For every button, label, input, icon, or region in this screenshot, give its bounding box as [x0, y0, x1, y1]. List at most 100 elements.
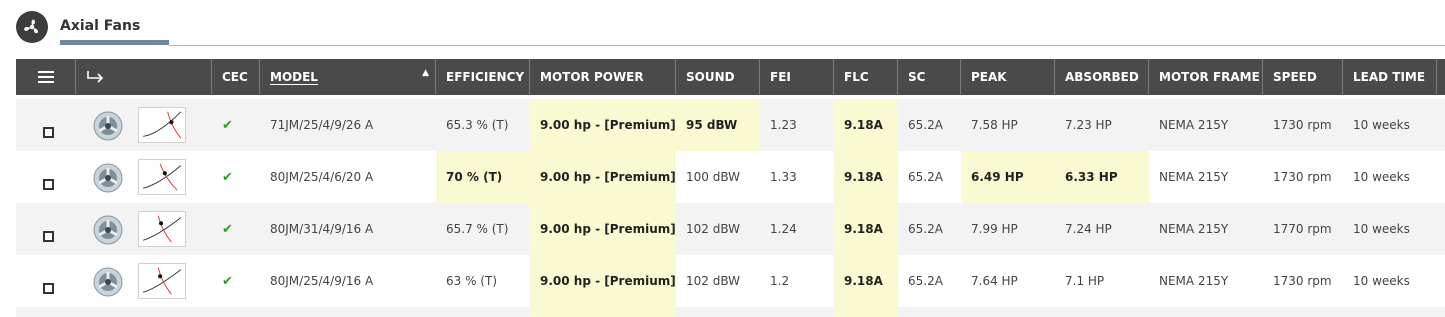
- absorbed-cell: 7.23 HP: [1065, 118, 1112, 132]
- fei-cell: 1.33: [770, 170, 797, 184]
- model-cell[interactable]: 80JM/31/4/9/16 A: [260, 203, 436, 255]
- performance-curve-icon[interactable]: [138, 159, 186, 195]
- fan-image-icon[interactable]: [92, 214, 124, 246]
- row-checkbox[interactable]: [43, 178, 54, 190]
- column-header-overflow: [1437, 59, 1445, 95]
- fan-image-icon[interactable]: [92, 162, 124, 194]
- motor-frame-cell: NEMA 215Y: [1159, 222, 1229, 236]
- cec-check-icon: ✔: [222, 117, 233, 133]
- row-thumbnails: [76, 203, 212, 255]
- row-checkbox[interactable]: [43, 230, 54, 242]
- lead-time-cell: 10 weeks: [1353, 274, 1410, 288]
- row-checkbox[interactable]: [43, 282, 54, 294]
- column-header-peak[interactable]: PEAK: [961, 59, 1055, 95]
- sc-cell: 65.2A: [908, 170, 943, 184]
- column-header-fei[interactable]: FEI: [760, 59, 834, 95]
- efficiency-cell: 70 % (T): [436, 151, 530, 203]
- speed-cell: 1770 rpm: [1273, 222, 1332, 236]
- motor-power-cell: 9.00 hp - [Premium]: [530, 151, 676, 203]
- menu-icon: [37, 71, 54, 83]
- sc-cell: 65.2A: [908, 274, 943, 288]
- flc-cell: 9.18A: [834, 255, 898, 307]
- fei-cell: 1.23: [770, 118, 797, 132]
- row-thumbnails: [76, 99, 212, 151]
- fei-cell: 1.24: [770, 222, 797, 236]
- sc-cell: 65.2A: [908, 118, 943, 132]
- cec-check-icon: ✔: [222, 169, 233, 185]
- flc-cell: 9.18A: [834, 203, 898, 255]
- tab-axial-fans[interactable]: Axial Fans: [60, 18, 140, 34]
- fei-cell: 1.2: [770, 274, 790, 288]
- efficiency-cell: 63 % (T): [446, 274, 497, 288]
- cec-check-icon: ✔: [222, 221, 233, 237]
- efficiency-cell: 65.3 % (T): [446, 118, 509, 132]
- column-header-flc[interactable]: FLC: [834, 59, 898, 95]
- column-header-absorbed[interactable]: ABSORBED: [1055, 59, 1149, 95]
- column-header-motor-power[interactable]: MOTOR POWER: [530, 59, 676, 95]
- row-select[interactable]: [16, 203, 76, 255]
- sort-ascending-icon: ▲: [422, 68, 429, 78]
- table-row[interactable]: ✔ 80JM/25/4/6/20 A 70 % (T) 9.00 hp - [P…: [16, 151, 1445, 203]
- column-header-model[interactable]: MODEL ▲: [260, 59, 436, 95]
- absorbed-cell: 7.24 HP: [1065, 222, 1112, 236]
- model-cell[interactable]: 71JM/25/4/9/26 A: [260, 99, 436, 151]
- peak-cell: 7.64 HP: [971, 274, 1018, 288]
- sound-cell: 102 dBW: [686, 274, 741, 288]
- fan-icon[interactable]: [16, 11, 48, 43]
- column-header-cec[interactable]: CEC: [212, 59, 260, 95]
- motor-power-cell: [530, 307, 676, 317]
- fan-image-icon[interactable]: [92, 266, 124, 298]
- performance-curve-icon[interactable]: [138, 263, 186, 299]
- fan-image-icon[interactable]: [92, 110, 124, 142]
- motor-frame-cell: NEMA 215Y: [1159, 170, 1229, 184]
- motor-power-cell: 9.00 hp - [Premium]: [530, 203, 676, 255]
- row-checkbox[interactable]: [43, 126, 54, 138]
- sound-cell: 100 dBW: [686, 170, 741, 184]
- column-header-sound[interactable]: SOUND: [676, 59, 760, 95]
- tab-header: Axial Fans: [0, 0, 1445, 60]
- model-cell[interactable]: 80JM/25/4/9/16 A: [260, 255, 436, 307]
- motor-frame-cell: NEMA 215Y: [1159, 274, 1229, 288]
- absorbed-cell: 6.33 HP: [1055, 151, 1149, 203]
- peak-cell: 7.99 HP: [971, 222, 1018, 236]
- column-header-efficiency[interactable]: EFFICIENCY: [436, 59, 530, 95]
- table-row-partial: [16, 307, 1445, 317]
- table-row[interactable]: ✔ 80JM/25/4/9/16 A 63 % (T) 9.00 hp - [P…: [16, 255, 1445, 307]
- export-arrow-icon: [87, 71, 104, 83]
- speed-cell: 1730 rpm: [1273, 118, 1332, 132]
- sc-cell: 65.2A: [908, 222, 943, 236]
- tab-divider: [169, 45, 1445, 46]
- column-menu-button[interactable]: [16, 59, 76, 95]
- performance-curve-icon[interactable]: [138, 211, 186, 247]
- row-thumbnails: [76, 255, 212, 307]
- column-header-speed[interactable]: SPEED: [1263, 59, 1343, 95]
- active-tab-indicator: [60, 40, 169, 45]
- table-row[interactable]: ✔ 71JM/25/4/9/26 A 65.3 % (T) 9.00 hp - …: [16, 99, 1445, 151]
- column-header-motor-frame[interactable]: MOTOR FRAME: [1149, 59, 1263, 95]
- row-select[interactable]: [16, 255, 76, 307]
- cec-check-icon: ✔: [222, 273, 233, 289]
- row-select[interactable]: [16, 99, 76, 151]
- peak-cell: 6.49 HP: [961, 151, 1055, 203]
- speed-cell: 1730 rpm: [1273, 170, 1332, 184]
- row-select[interactable]: [16, 151, 76, 203]
- table-row[interactable]: ✔ 80JM/31/4/9/16 A 65.7 % (T) 9.00 hp - …: [16, 203, 1445, 255]
- model-cell[interactable]: 80JM/25/4/6/20 A: [260, 151, 436, 203]
- speed-cell: 1730 rpm: [1273, 274, 1332, 288]
- lead-time-cell: 10 weeks: [1353, 118, 1410, 132]
- flc-cell: 9.18A: [834, 151, 898, 203]
- sound-cell: 102 dBW: [686, 222, 741, 236]
- motor-power-cell: 9.00 hp - [Premium]: [530, 255, 676, 307]
- performance-curve-icon[interactable]: [138, 107, 186, 143]
- peak-cell: 7.58 HP: [971, 118, 1018, 132]
- motor-frame-cell: NEMA 215Y: [1159, 118, 1229, 132]
- column-header-lead-time[interactable]: LEAD TIME: [1343, 59, 1437, 95]
- column-header-model-label: MODEL: [270, 70, 318, 84]
- lead-time-cell: 10 weeks: [1353, 170, 1410, 184]
- absorbed-cell: 7.1 HP: [1065, 274, 1105, 288]
- export-button[interactable]: [76, 59, 212, 95]
- lead-time-cell: 10 weeks: [1353, 222, 1410, 236]
- column-header-sc[interactable]: SC: [898, 59, 961, 95]
- flc-cell: [834, 307, 898, 317]
- motor-power-cell: 9.00 hp - [Premium]: [530, 99, 676, 151]
